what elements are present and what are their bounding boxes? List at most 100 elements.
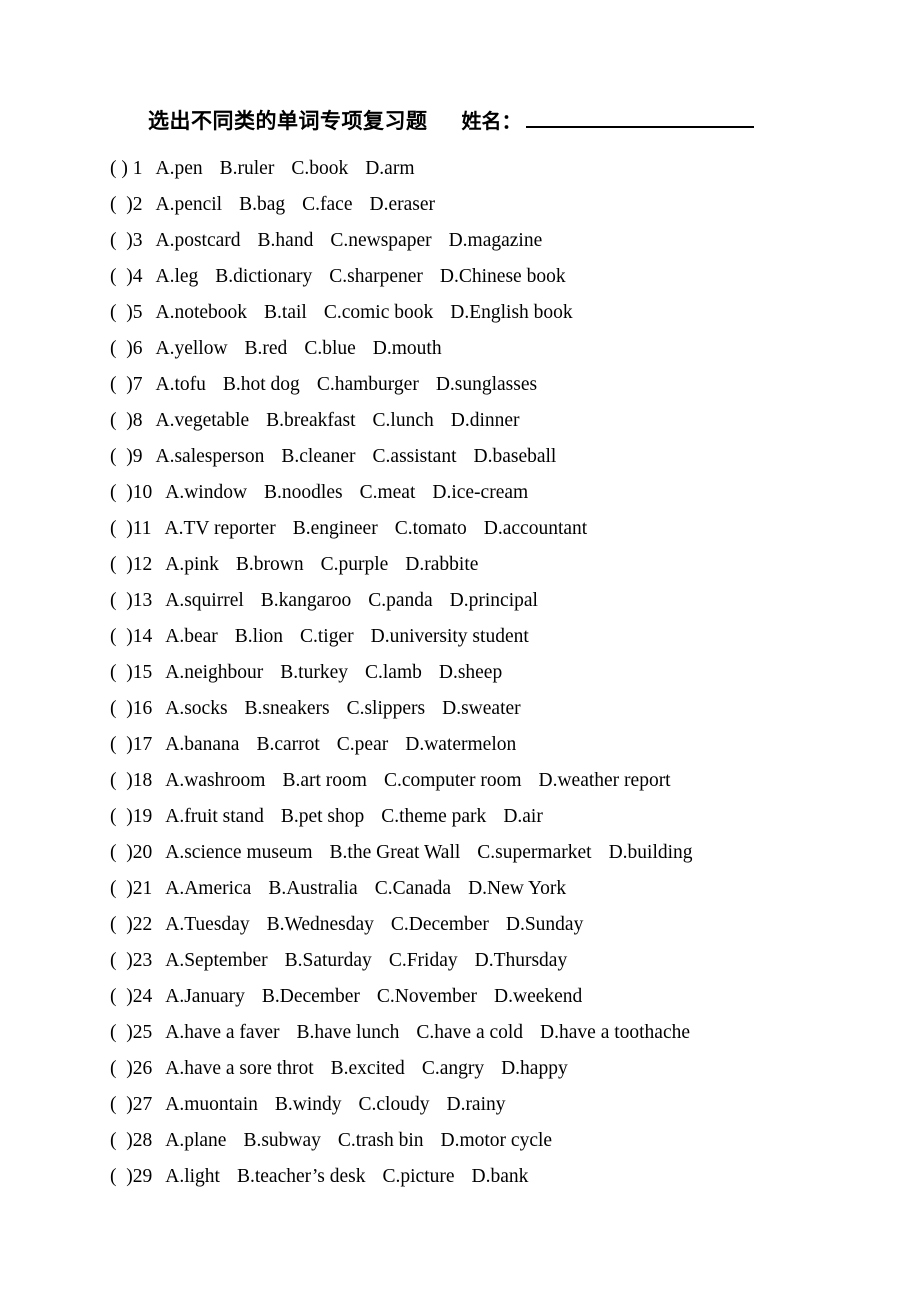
name-input-blank[interactable] [525, 104, 754, 128]
option-22-d[interactable]: D.Sunday [506, 914, 583, 935]
option-20-a[interactable]: A.science museum [165, 842, 312, 863]
option-6-c[interactable]: C.blue [304, 338, 355, 359]
answer-box-4[interactable]: ( )4 [110, 259, 143, 295]
option-11-d[interactable]: D.accountant [484, 518, 587, 539]
option-3-a[interactable]: A.postcard [156, 230, 241, 251]
option-5-a[interactable]: A.notebook [156, 302, 248, 323]
option-15-c[interactable]: C.lamb [365, 662, 422, 683]
answer-box-19[interactable]: ( )19 [110, 799, 152, 835]
option-4-c[interactable]: C.sharpener [329, 266, 423, 287]
option-17-c[interactable]: C.pear [337, 734, 388, 755]
option-3-c[interactable]: C.newspaper [330, 230, 431, 251]
option-25-c[interactable]: C.have a cold [416, 1022, 523, 1043]
answer-box-16[interactable]: ( )16 [110, 691, 152, 727]
option-11-c[interactable]: C.tomato [395, 518, 467, 539]
option-8-d[interactable]: D.dinner [451, 410, 520, 431]
option-13-b[interactable]: B.kangaroo [261, 590, 351, 611]
option-6-b[interactable]: B.red [245, 338, 288, 359]
answer-box-18[interactable]: ( )18 [110, 763, 152, 799]
option-16-a[interactable]: A.socks [165, 698, 227, 719]
answer-box-14[interactable]: ( )14 [110, 619, 152, 655]
option-19-a[interactable]: A.fruit stand [165, 806, 264, 827]
answer-box-23[interactable]: ( )23 [110, 943, 152, 979]
option-26-d[interactable]: D.happy [501, 1058, 568, 1079]
option-1-b[interactable]: B.ruler [220, 158, 275, 179]
answer-box-6[interactable]: ( )6 [110, 331, 143, 367]
answer-box-28[interactable]: ( )28 [110, 1123, 152, 1159]
answer-box-5[interactable]: ( )5 [110, 295, 143, 331]
option-24-a[interactable]: A.January [165, 986, 245, 1007]
option-23-b[interactable]: B.Saturday [285, 950, 372, 971]
option-15-a[interactable]: A.neighbour [165, 662, 263, 683]
answer-box-15[interactable]: ( )15 [110, 655, 152, 691]
option-6-a[interactable]: A.yellow [156, 338, 228, 359]
option-1-a[interactable]: A.pen [156, 158, 203, 179]
answer-box-25[interactable]: ( )25 [110, 1015, 152, 1051]
option-28-c[interactable]: C.trash bin [338, 1130, 424, 1151]
option-10-d[interactable]: D.ice-cream [432, 482, 528, 503]
answer-box-3[interactable]: ( )3 [110, 223, 143, 259]
option-29-b[interactable]: B.teacher’s desk [237, 1166, 366, 1187]
option-16-b[interactable]: B.sneakers [245, 698, 330, 719]
option-21-d[interactable]: D.New York [468, 878, 566, 899]
answer-box-7[interactable]: ( )7 [110, 367, 143, 403]
option-7-d[interactable]: D.sunglasses [436, 374, 537, 395]
option-10-b[interactable]: B.noodles [264, 482, 343, 503]
answer-box-10[interactable]: ( )10 [110, 475, 152, 511]
option-29-d[interactable]: D.bank [472, 1166, 529, 1187]
option-7-a[interactable]: A.tofu [156, 374, 206, 395]
option-20-c[interactable]: C.supermarket [477, 842, 591, 863]
option-19-b[interactable]: B.pet shop [281, 806, 364, 827]
answer-box-13[interactable]: ( )13 [110, 583, 152, 619]
option-3-d[interactable]: D.magazine [449, 230, 543, 251]
option-14-d[interactable]: D.university student [371, 626, 529, 647]
option-2-b[interactable]: B.bag [239, 194, 285, 215]
option-19-c[interactable]: C.theme park [381, 806, 486, 827]
option-2-a[interactable]: A.pencil [156, 194, 223, 215]
option-9-a[interactable]: A.salesperson [156, 446, 265, 467]
option-14-a[interactable]: A.bear [165, 626, 218, 647]
option-25-b[interactable]: B.have lunch [296, 1022, 399, 1043]
answer-box-20[interactable]: ( )20 [110, 835, 152, 871]
option-25-d[interactable]: D.have a toothache [540, 1022, 690, 1043]
option-27-a[interactable]: A.muontain [165, 1094, 258, 1115]
option-27-d[interactable]: D.rainy [446, 1094, 505, 1115]
option-22-b[interactable]: B.Wednesday [267, 914, 374, 935]
option-21-c[interactable]: C.Canada [375, 878, 451, 899]
option-4-a[interactable]: A.leg [156, 266, 199, 287]
option-24-c[interactable]: C.November [377, 986, 477, 1007]
option-12-a[interactable]: A.pink [165, 554, 219, 575]
option-1-d[interactable]: D.arm [365, 158, 414, 179]
option-25-a[interactable]: A.have a faver [165, 1022, 279, 1043]
option-2-d[interactable]: D.eraser [370, 194, 436, 215]
option-19-d[interactable]: D.air [503, 806, 543, 827]
option-21-a[interactable]: A.America [165, 878, 251, 899]
option-18-c[interactable]: C.computer room [384, 770, 522, 791]
option-24-b[interactable]: B.December [262, 986, 360, 1007]
answer-box-21[interactable]: ( )21 [110, 871, 152, 907]
answer-box-2[interactable]: ( )2 [110, 187, 143, 223]
option-12-c[interactable]: C.purple [321, 554, 389, 575]
option-9-b[interactable]: B.cleaner [281, 446, 355, 467]
answer-box-8[interactable]: ( )8 [110, 403, 143, 439]
option-8-a[interactable]: A.vegetable [156, 410, 250, 431]
answer-box-22[interactable]: ( )22 [110, 907, 152, 943]
option-2-c[interactable]: C.face [302, 194, 352, 215]
option-15-d[interactable]: D.sheep [439, 662, 502, 683]
option-11-a[interactable]: A.TV reporter [165, 518, 276, 539]
option-10-c[interactable]: C.meat [360, 482, 416, 503]
option-5-c[interactable]: C.comic book [324, 302, 433, 323]
option-9-c[interactable]: C.assistant [373, 446, 457, 467]
option-22-a[interactable]: A.Tuesday [165, 914, 249, 935]
answer-box-17[interactable]: ( )17 [110, 727, 152, 763]
answer-box-29[interactable]: ( )29 [110, 1159, 152, 1195]
option-5-b[interactable]: B.tail [264, 302, 307, 323]
option-27-b[interactable]: B.windy [275, 1094, 342, 1115]
option-16-d[interactable]: D.sweater [442, 698, 521, 719]
answer-box-9[interactable]: ( )9 [110, 439, 143, 475]
option-6-d[interactable]: D.mouth [373, 338, 442, 359]
option-17-b[interactable]: B.carrot [256, 734, 319, 755]
option-4-b[interactable]: B.dictionary [215, 266, 312, 287]
option-29-a[interactable]: A.light [165, 1166, 220, 1187]
answer-box-26[interactable]: ( )26 [110, 1051, 152, 1087]
